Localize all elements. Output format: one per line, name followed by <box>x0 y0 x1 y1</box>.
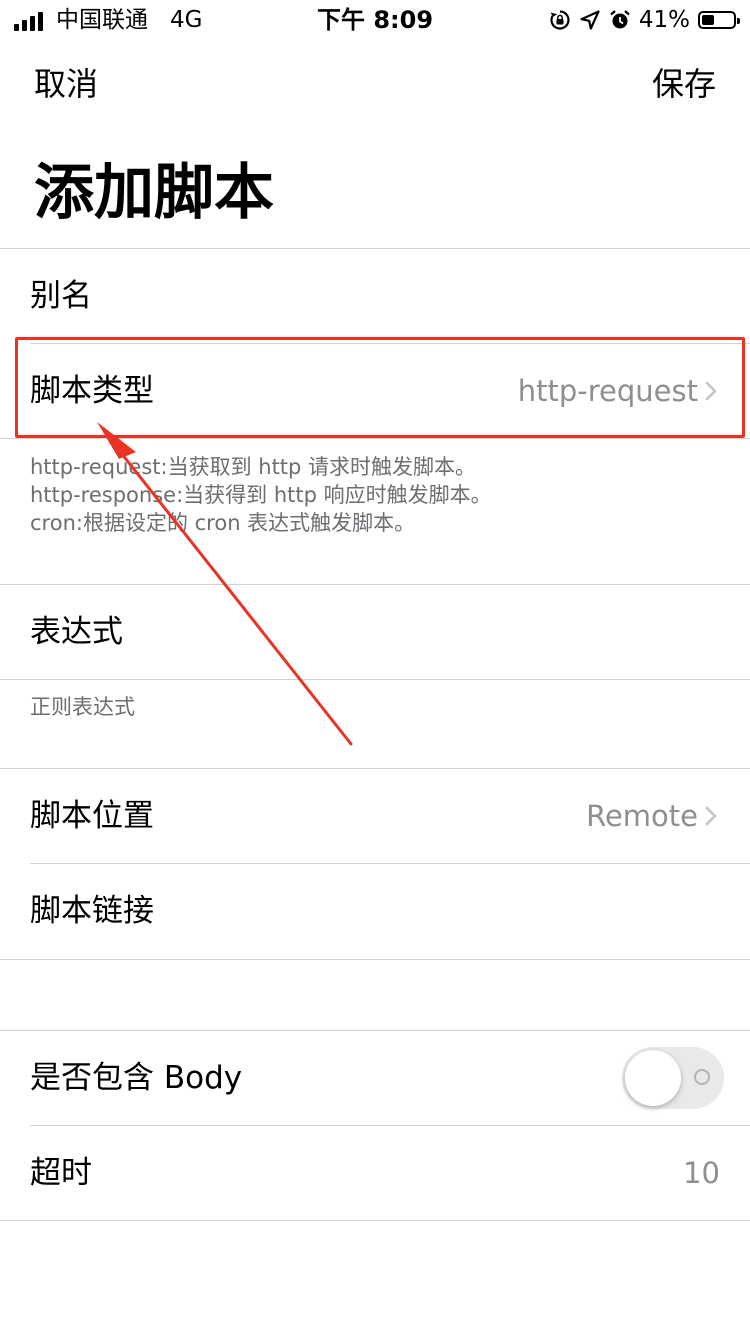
include-body-row: 是否包含 Body <box>0 1031 750 1125</box>
expression-label: 表达式 <box>30 614 123 650</box>
script-link-label: 脚本链接 <box>30 893 154 929</box>
cancel-button[interactable]: 取消 <box>34 60 98 108</box>
separator <box>0 679 750 680</box>
help-line-http-request: http-request:当获取到 http 请求时触发脚本。 <box>30 455 477 479</box>
script-link-row[interactable]: 脚本链接 <box>0 864 750 958</box>
toggle-off-indicator-icon <box>694 1069 710 1085</box>
location-arrow-icon <box>580 10 600 30</box>
page-title: 添加脚本 <box>34 158 274 228</box>
alias-field-row[interactable]: 别名 <box>0 249 750 343</box>
help-line-http-response: http-response:当获得到 http 响应时触发脚本。 <box>30 483 492 507</box>
annotation-highlight-box <box>15 337 745 438</box>
timeout-label: 超时 <box>30 1155 92 1191</box>
expression-field-row[interactable]: 表达式 <box>0 585 750 679</box>
alarm-clock-icon <box>610 10 630 29</box>
help-line-cron: cron:根据设定的 cron 表达式触发脚本。 <box>30 511 416 535</box>
alias-label: 别名 <box>30 278 92 314</box>
expression-help: 正则表达式 <box>30 695 135 719</box>
battery-percent: 41% <box>638 7 690 33</box>
status-bar: 中国联通 4G 下午 8:09 41% <box>0 0 750 40</box>
save-button[interactable]: 保存 <box>652 60 716 108</box>
include-body-label: 是否包含 Body <box>30 1060 243 1096</box>
timeout-row[interactable]: 超时 10 <box>0 1126 750 1220</box>
rotation-lock-icon <box>550 10 570 30</box>
separator <box>0 959 750 960</box>
battery-icon <box>698 11 740 29</box>
separator <box>0 1220 750 1221</box>
script-location-label: 脚本位置 <box>30 798 154 834</box>
toggle-knob <box>625 1050 681 1106</box>
script-location-value: Remote <box>586 799 698 833</box>
status-indicators: 41% <box>549 6 740 34</box>
timeout-value: 10 <box>683 1156 720 1190</box>
script-location-row[interactable]: 脚本位置 Remote <box>0 769 750 863</box>
script-type-help: http-request:当获取到 http 请求时触发脚本。 http-res… <box>30 453 492 537</box>
separator <box>0 438 750 439</box>
chevron-right-icon <box>705 806 717 826</box>
include-body-toggle[interactable] <box>622 1047 724 1109</box>
